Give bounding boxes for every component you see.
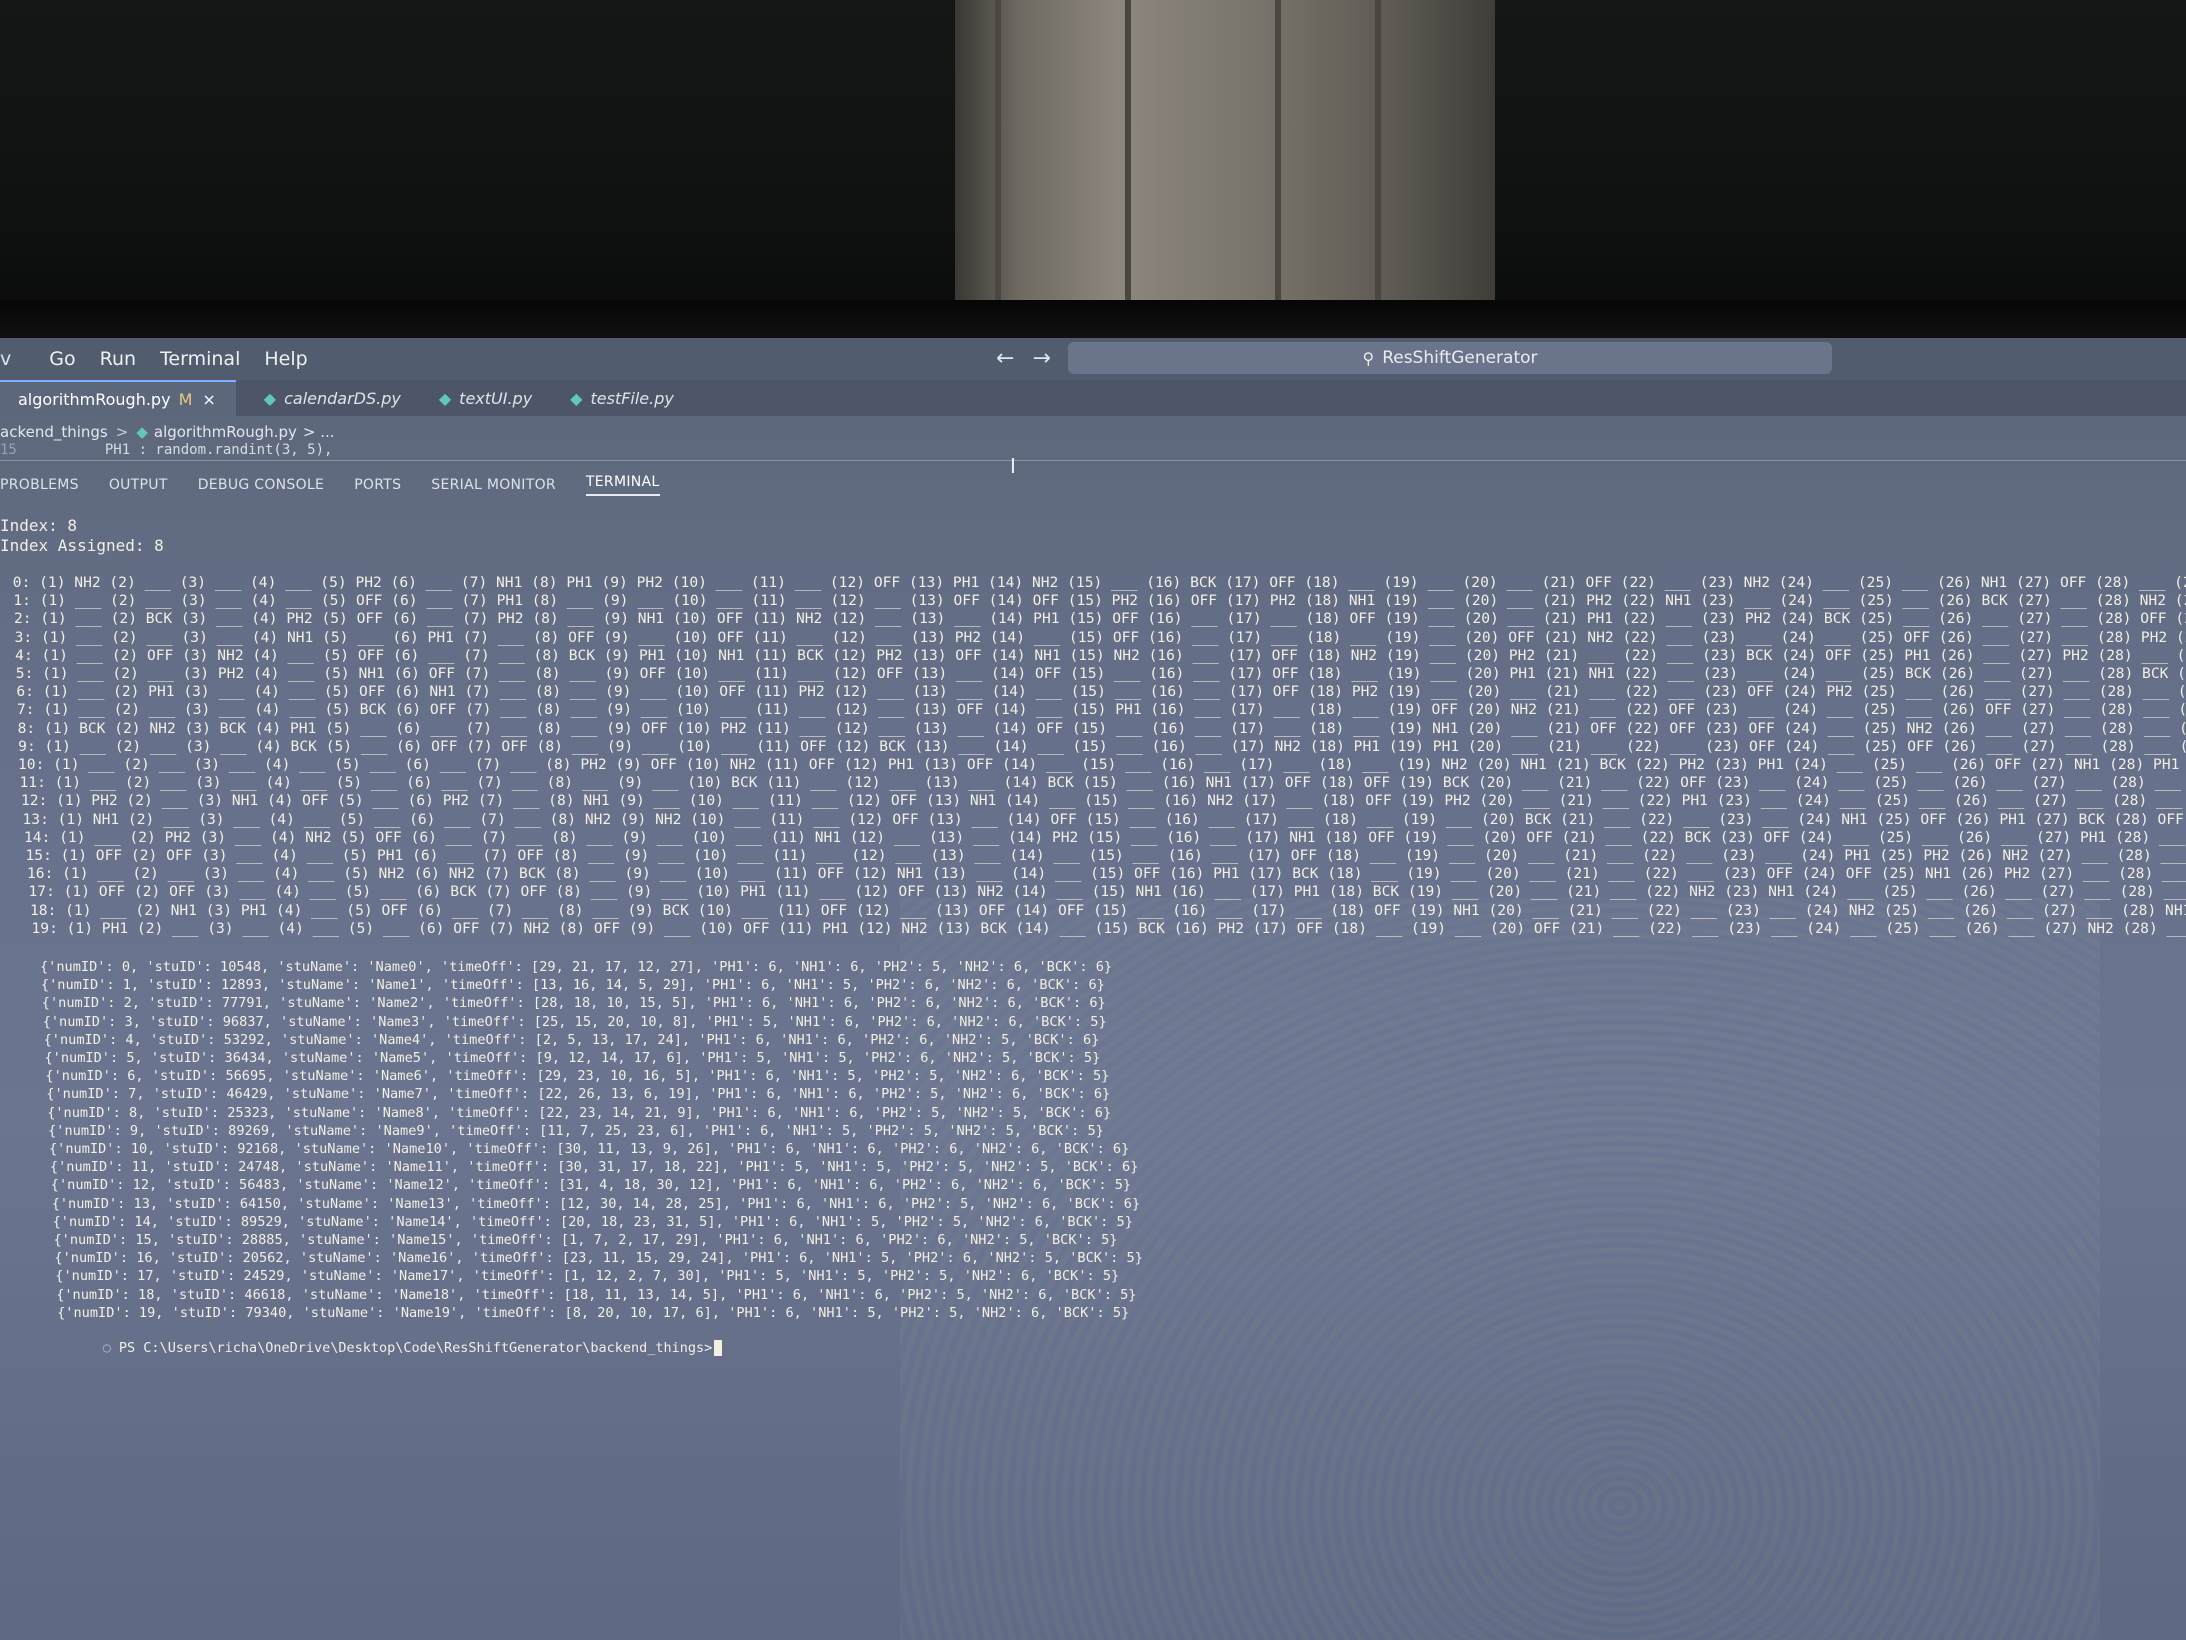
schedule-row: 15: (1) OFF (2) OFF (3) ___ (4) ___ (5) …: [25, 847, 2186, 865]
schedule-row: 1: (1) ___ (2) ___ (3) ___ (4) ___ (5) O…: [4, 592, 2186, 610]
schedule-row: 0: (1) NH2 (2) ___ (3) ___ (4) ___ (5) P…: [4, 574, 2186, 591]
modified-indicator: M: [178, 389, 193, 409]
editor-code-line: 15 PH1 : random.randint(3, 5),: [0, 442, 2186, 461]
student-record-line: {'numID': 2, 'stuID': 77791, 'stuName': …: [41, 995, 1106, 1012]
python-file-icon: ◆: [136, 423, 148, 441]
schedule-row: 19: (1) PH1 (2) ___ (3) ___ (4) ___ (5) …: [31, 919, 2186, 937]
door: [955, 0, 1495, 300]
menu-overflow[interactable]: v: [0, 348, 11, 370]
forward-arrow-icon[interactable]: →: [1032, 346, 1050, 371]
terminal-prompt[interactable]: ○ PS C:\Users\richa\OneDrive\Desktop\Code…: [54, 1324, 723, 1372]
line-number: 15: [0, 442, 17, 458]
tab-textui[interactable]: ◆ textUI.py: [421, 380, 552, 416]
panel-tabs: PROBLEMS OUTPUT DEBUG CONSOLE PORTS SERI…: [0, 468, 660, 502]
vscode-window: v Go Run Terminal Help ← → ⚲ ResShiftGen…: [0, 338, 2186, 1640]
student-record-line: {'numID': 0, 'stuID': 10548, 'stuName': …: [40, 959, 1113, 975]
schedule-row: 16: (1) ___ (2) ___ (3) ___ (4) ___ (5) …: [27, 865, 2186, 883]
search-icon: ⚲: [1362, 348, 1375, 368]
student-record-line: {'numID': 13, 'stuID': 64150, 'stuName':…: [51, 1195, 1141, 1212]
door-seam: [1125, 0, 1131, 300]
schedule-row: 13: (1) NH1 (2) ___ (3) ___ (4) ___ (5) …: [22, 810, 2186, 828]
student-record-line: {'numID': 3, 'stuID': 96837, 'stuName': …: [42, 1013, 1107, 1030]
python-file-icon: ◆: [570, 388, 583, 408]
command-center-search[interactable]: ⚲ ResShiftGenerator: [1068, 342, 1832, 374]
student-record-line: {'numID': 1, 'stuID': 12893, 'stuName': …: [40, 977, 1105, 994]
schedule-row: 6: (1) ___ (2) PH1 (3) ___ (4) ___ (5) O…: [7, 683, 2186, 701]
tab-algorithmrough[interactable]: algorithmRough.py M ×: [0, 380, 236, 416]
nav-arrows: ← →: [996, 346, 1051, 371]
menu-help[interactable]: Help: [264, 348, 307, 370]
schedule-row: 2: (1) ___ (2) BCK (3) ___ (4) PH2 (5) O…: [5, 610, 2186, 628]
student-record-line: {'numID': 12, 'stuID': 56483, 'stuName':…: [50, 1177, 1132, 1194]
student-record-line: {'numID': 15, 'stuID': 28885, 'stuName':…: [53, 1232, 1118, 1249]
menu-bar: v Go Run Terminal Help ← → ⚲ ResShiftGen…: [0, 338, 2186, 380]
student-records-block: {'numID': 0, 'stuID': 10548, 'stuName': …: [40, 958, 1143, 1322]
code-text: PH1 : random.randint(3, 5),: [104, 442, 333, 458]
menu-go[interactable]: Go: [49, 348, 75, 370]
schedule-row: 8: (1) BCK (2) NH2 (3) BCK (4) PH1 (5) _…: [8, 719, 2186, 737]
tab-terminal[interactable]: TERMINAL: [585, 474, 660, 496]
door-seam: [1275, 0, 1281, 300]
python-file-icon: ◆: [438, 388, 452, 408]
room-background: [0, 0, 2186, 300]
schedule-row: 11: (1) ___ (2) ___ (3) ___ (4) ___ (5) …: [19, 774, 2186, 792]
student-record-line: {'numID': 5, 'stuID': 36434, 'stuName': …: [44, 1050, 1101, 1067]
student-record-line: {'numID': 17, 'stuID': 24529, 'stuName':…: [55, 1268, 1120, 1285]
student-record-line: {'numID': 6, 'stuID': 56695, 'stuName': …: [45, 1068, 1110, 1085]
tab-serial-monitor[interactable]: SERIAL MONITOR: [431, 477, 556, 493]
student-record-line: {'numID': 18, 'stuID': 46618, 'stuName':…: [56, 1286, 1137, 1303]
student-record-line: {'numID': 4, 'stuID': 53292, 'stuName': …: [43, 1031, 1100, 1048]
python-file-icon: ◆: [263, 388, 277, 408]
student-record-line: {'numID': 16, 'stuID': 20562, 'stuName':…: [54, 1250, 1143, 1267]
student-record-line: {'numID': 14, 'stuID': 89529, 'stuName':…: [52, 1213, 1133, 1230]
schedule-row: 14: (1) ___ (2) PH2 (3) ___ (4) NH2 (5) …: [24, 828, 2186, 846]
close-icon[interactable]: ×: [202, 390, 215, 409]
schedule-row: 3: (1) ___ (2) ___ (3) ___ (4) NH1 (5) _…: [5, 628, 2186, 646]
schedule-row: 5: (1) ___ (2) ___ (3) PH2 (4) ___ (5) N…: [7, 665, 2186, 683]
tab-ports[interactable]: PORTS: [354, 477, 401, 493]
prompt-path: PS C:\Users\richa\OneDrive\Desktop\Code\…: [118, 1340, 713, 1356]
schedule-row: 7: (1) ___ (2) ___ (3) ___ (4) ___ (5) B…: [8, 701, 2186, 719]
schedule-row: 10: (1) ___ (2) ___ (3) ___ (4) ___ (5) …: [18, 756, 2186, 774]
index-assigned-line: Index Assigned: 8: [0, 536, 164, 555]
student-record-line: {'numID': 10, 'stuID': 92168, 'stuName':…: [49, 1141, 1130, 1158]
student-record-line: {'numID': 7, 'stuID': 46429, 'stuName': …: [46, 1086, 1111, 1103]
student-record-line: {'numID': 8, 'stuID': 25323, 'stuName': …: [47, 1104, 1112, 1121]
schedule-row: 9: (1) ___ (2) ___ (3) ___ (4) BCK (5) _…: [9, 737, 2186, 755]
schedule-block: 0: (1) NH2 (2) ___ (3) ___ (4) ___ (5) P…: [4, 574, 2186, 938]
tab-debug-console[interactable]: DEBUG CONSOLE: [198, 477, 325, 493]
mouse-ibeam-icon: I: [1010, 454, 1016, 478]
student-record-line: {'numID': 11, 'stuID': 24748, 'stuName':…: [49, 1159, 1139, 1176]
breadcrumb-separator: >: [115, 423, 129, 441]
tab-label: algorithmRough.py: [18, 389, 171, 409]
search-label: ResShiftGenerator: [1382, 348, 1538, 368]
tab-problems[interactable]: PROBLEMS: [0, 477, 79, 493]
student-record-line: {'numID': 9, 'stuID': 89269, 'stuName': …: [48, 1122, 1104, 1139]
prompt-status-dot: ○: [102, 1340, 111, 1356]
breadcrumb-file[interactable]: algorithmRough.py: [154, 423, 297, 441]
menu-terminal[interactable]: Terminal: [160, 348, 240, 370]
schedule-row: 4: (1) ___ (2) OFF (3) NH2 (4) ___ (5) O…: [6, 646, 2186, 664]
tab-output[interactable]: OUTPUT: [109, 477, 168, 493]
tab-label: testFile.py: [590, 388, 674, 408]
breadcrumb-folder[interactable]: ackend_things: [0, 423, 108, 441]
tab-label: calendarDS.py: [284, 388, 401, 408]
back-arrow-icon[interactable]: ←: [996, 346, 1014, 371]
schedule-row: 12: (1) PH2 (2) ___ (3) NH1 (4) OFF (5) …: [21, 792, 2186, 810]
breadcrumb-symbol[interactable]: > ...: [303, 423, 335, 441]
editor-tab-bar: algorithmRough.py M × ◆ calendarDS.py ◆ …: [0, 380, 2186, 416]
tab-label: textUI.py: [459, 388, 533, 408]
terminal-output[interactable]: Index: 8 Index Assigned: 8 0: (1) NH2 (2…: [0, 514, 2186, 1634]
terminal-cursor: [714, 1340, 723, 1356]
door-seam: [1375, 0, 1381, 300]
tab-calendards[interactable]: ◆ calendarDS.py: [236, 380, 421, 416]
menu-run[interactable]: Run: [100, 348, 136, 370]
schedule-row: 17: (1) OFF (2) OFF (3) ___ (4) ___ (5) …: [28, 883, 2186, 901]
student-record-line: {'numID': 19, 'stuID': 79340, 'stuName':…: [57, 1304, 1130, 1321]
schedule-row: 18: (1) ___ (2) NH1 (3) PH1 (4) ___ (5) …: [30, 901, 2186, 919]
door-seam: [995, 0, 1001, 300]
tab-testfile[interactable]: ◆ testFile.py: [552, 380, 694, 416]
monitor-bezel: [0, 300, 2186, 340]
